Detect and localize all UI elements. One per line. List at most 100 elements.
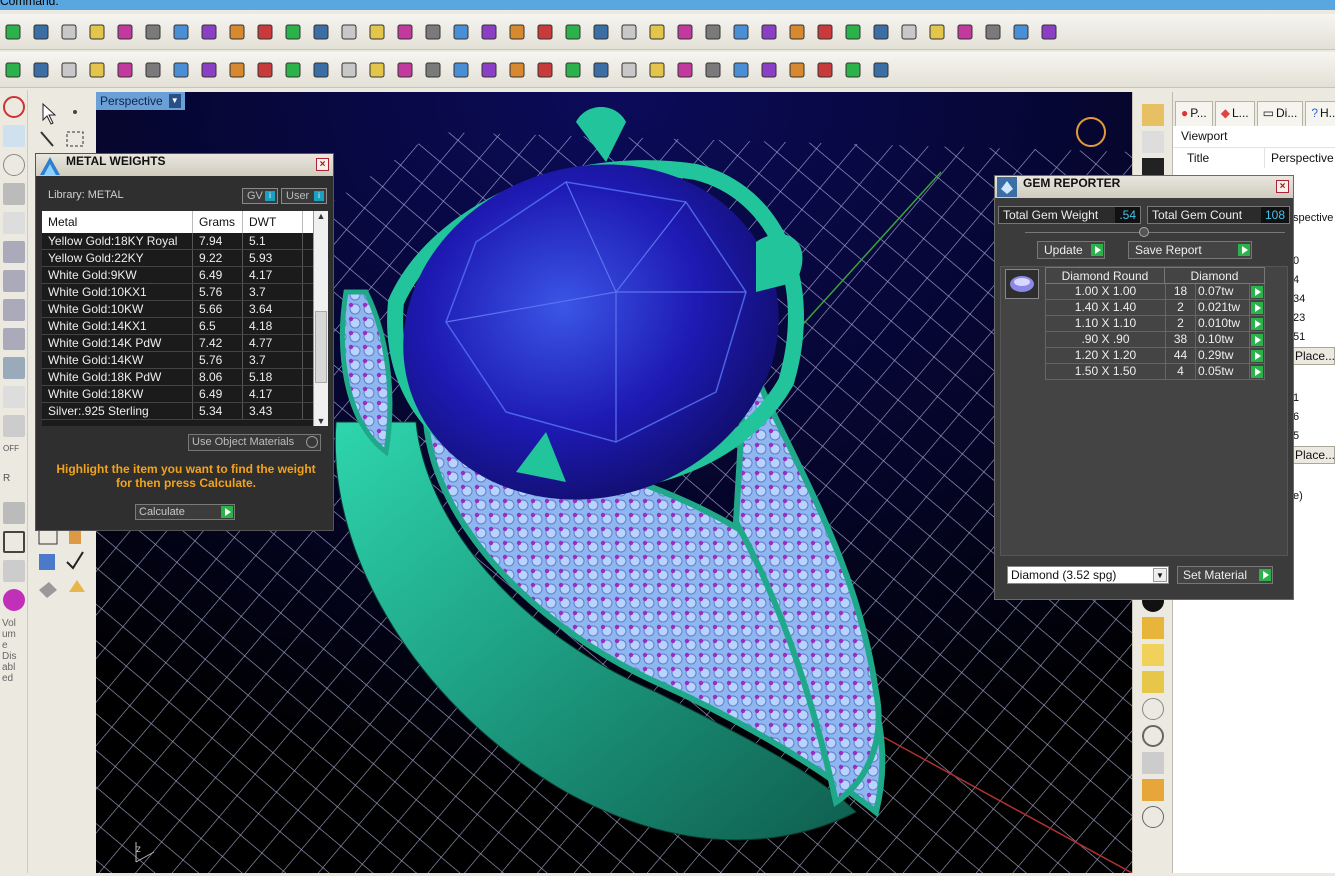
frame-icon[interactable] — [3, 531, 25, 553]
new-icon[interactable] — [2, 59, 24, 81]
ring-icon[interactable] — [86, 21, 108, 43]
set-material-button[interactable]: Set Material — [1177, 566, 1273, 584]
place-button-2[interactable]: Place... — [1292, 446, 1335, 464]
box-yellow-icon[interactable] — [1142, 617, 1164, 639]
sphere-icon[interactable] — [3, 154, 25, 176]
use-object-materials-toggle[interactable]: Use Object Materials — [188, 434, 321, 451]
wheel-icon[interactable] — [1142, 725, 1164, 747]
pipe-icon[interactable] — [1142, 752, 1164, 774]
circle-icon[interactable] — [534, 59, 556, 81]
spiral-icon[interactable] — [1142, 698, 1164, 720]
channel-icon[interactable] — [394, 21, 416, 43]
open-icon[interactable] — [30, 59, 52, 81]
calculate-button[interactable]: Calculate — [135, 504, 235, 520]
tab-display[interactable]: ▭ Di... — [1256, 101, 1304, 126]
car-icon[interactable] — [478, 59, 500, 81]
save-icon[interactable] — [58, 59, 80, 81]
box-e-icon[interactable] — [3, 357, 25, 379]
select-gems-button[interactable] — [1251, 302, 1263, 314]
plate-icon[interactable] — [926, 21, 948, 43]
viewport-dropdown-icon[interactable]: ▼ — [168, 94, 181, 108]
cut-icon[interactable] — [142, 59, 164, 81]
box-icon[interactable] — [30, 21, 52, 43]
render-sphere-icon[interactable] — [758, 59, 780, 81]
head-icon[interactable] — [534, 21, 556, 43]
split-icon[interactable] — [702, 21, 724, 43]
metal-row[interactable]: White Gold:9KW 6.49 4.17 — [42, 267, 328, 284]
sun-icon[interactable] — [814, 21, 836, 43]
metal-row[interactable]: White Gold:18KW 6.49 4.17 — [42, 386, 328, 403]
eraser-icon[interactable] — [758, 21, 780, 43]
edit-icon[interactable] — [3, 502, 25, 524]
gem-row[interactable]: 1.00 X 1.00 18 0.07tw — [1045, 284, 1265, 300]
r-toggle-icon[interactable]: R — [3, 473, 25, 495]
print-icon[interactable] — [86, 59, 108, 81]
chain-icon[interactable] — [198, 21, 220, 43]
bail-icon[interactable] — [254, 21, 276, 43]
pendant-icon[interactable] — [282, 21, 304, 43]
undo-icon[interactable] — [226, 59, 248, 81]
shaded-icon[interactable] — [730, 59, 752, 81]
bezel-icon[interactable] — [366, 21, 388, 43]
bulb-icon[interactable] — [590, 59, 612, 81]
select-gems-button[interactable] — [1251, 318, 1263, 330]
gem-row[interactable]: 1.10 X 1.10 2 0.010tw — [1045, 316, 1265, 332]
metal-row[interactable]: White Gold:14KW 5.76 3.7 — [42, 352, 328, 369]
select-gems-button[interactable] — [1251, 366, 1263, 378]
knot-icon[interactable] — [646, 21, 668, 43]
place-button-1[interactable]: Place... — [1292, 347, 1335, 365]
cube-icon[interactable] — [58, 21, 80, 43]
metal-table[interactable]: Metal Grams DWT Yellow Gold:18KY Royal 7.… — [42, 211, 328, 426]
prong-icon[interactable] — [142, 21, 164, 43]
metal-weights-close-button[interactable]: × — [316, 158, 329, 171]
gallery-icon[interactable] — [506, 21, 528, 43]
copy-icon[interactable] — [170, 59, 192, 81]
dims-icon[interactable] — [3, 386, 25, 408]
snap-icon[interactable] — [562, 59, 584, 81]
clasp-icon[interactable] — [310, 21, 332, 43]
metal-row[interactable]: White Gold:10KW 5.66 3.64 — [42, 301, 328, 318]
tab-properties[interactable]: ● P... — [1175, 101, 1213, 126]
export-icon[interactable] — [114, 59, 136, 81]
layout-icon[interactable] — [450, 59, 472, 81]
render-icon[interactable] — [506, 59, 528, 81]
box-c-icon[interactable] — [3, 299, 25, 321]
zoom-selected-icon[interactable] — [394, 59, 416, 81]
box-d-icon[interactable] — [3, 328, 25, 350]
scroll-thumb[interactable] — [315, 311, 327, 383]
metal-row[interactable]: White Gold:14K PdW 7.42 4.77 — [42, 335, 328, 352]
metal-row[interactable]: White Gold:18K PdW 8.06 5.18 — [42, 369, 328, 386]
tiles-icon[interactable] — [898, 21, 920, 43]
box-b-icon[interactable] — [3, 270, 25, 292]
wire-icon[interactable] — [170, 21, 192, 43]
select-gems-button[interactable] — [1251, 350, 1263, 362]
gem-row[interactable]: 1.20 X 1.20 44 0.29tw — [1045, 348, 1265, 364]
gem-thumbnail-icon[interactable] — [1005, 269, 1039, 299]
box-a-icon[interactable] — [3, 241, 25, 263]
pointer-icon[interactable] — [786, 59, 808, 81]
gem-icon[interactable] — [226, 21, 248, 43]
stop-icon[interactable] — [3, 96, 25, 118]
select-gems-button[interactable] — [1251, 334, 1263, 346]
snap-point-icon[interactable] — [1142, 104, 1164, 126]
material-select[interactable]: Diamond (3.52 spg) ▼ — [1007, 566, 1169, 584]
help-icon[interactable] — [870, 59, 892, 81]
zoom-icon[interactable] — [310, 59, 332, 81]
gv-toggle[interactable]: GV i — [242, 188, 278, 204]
comb-icon[interactable] — [870, 21, 892, 43]
color-icon[interactable] — [674, 59, 696, 81]
update-button[interactable]: Update — [1037, 241, 1105, 259]
walk-icon[interactable] — [3, 560, 25, 582]
metal-row[interactable]: Yellow Gold:18KY Royal 7.94 5.1 — [42, 233, 328, 250]
sel-icon[interactable] — [842, 59, 864, 81]
move-icon[interactable] — [282, 59, 304, 81]
viewport-tab[interactable]: Perspective ▼ — [96, 92, 185, 110]
axis-icon[interactable] — [3, 212, 25, 234]
gem-row[interactable]: .90 X .90 38 0.10tw — [1045, 332, 1265, 348]
hand-icon[interactable] — [674, 21, 696, 43]
node-icon[interactable] — [3, 183, 25, 205]
select-gems-button[interactable] — [1251, 286, 1263, 298]
gem-row[interactable]: 1.40 X 1.40 2 0.021tw — [1045, 300, 1265, 316]
crown-icon[interactable] — [114, 21, 136, 43]
zoom-extents-icon[interactable] — [366, 59, 388, 81]
